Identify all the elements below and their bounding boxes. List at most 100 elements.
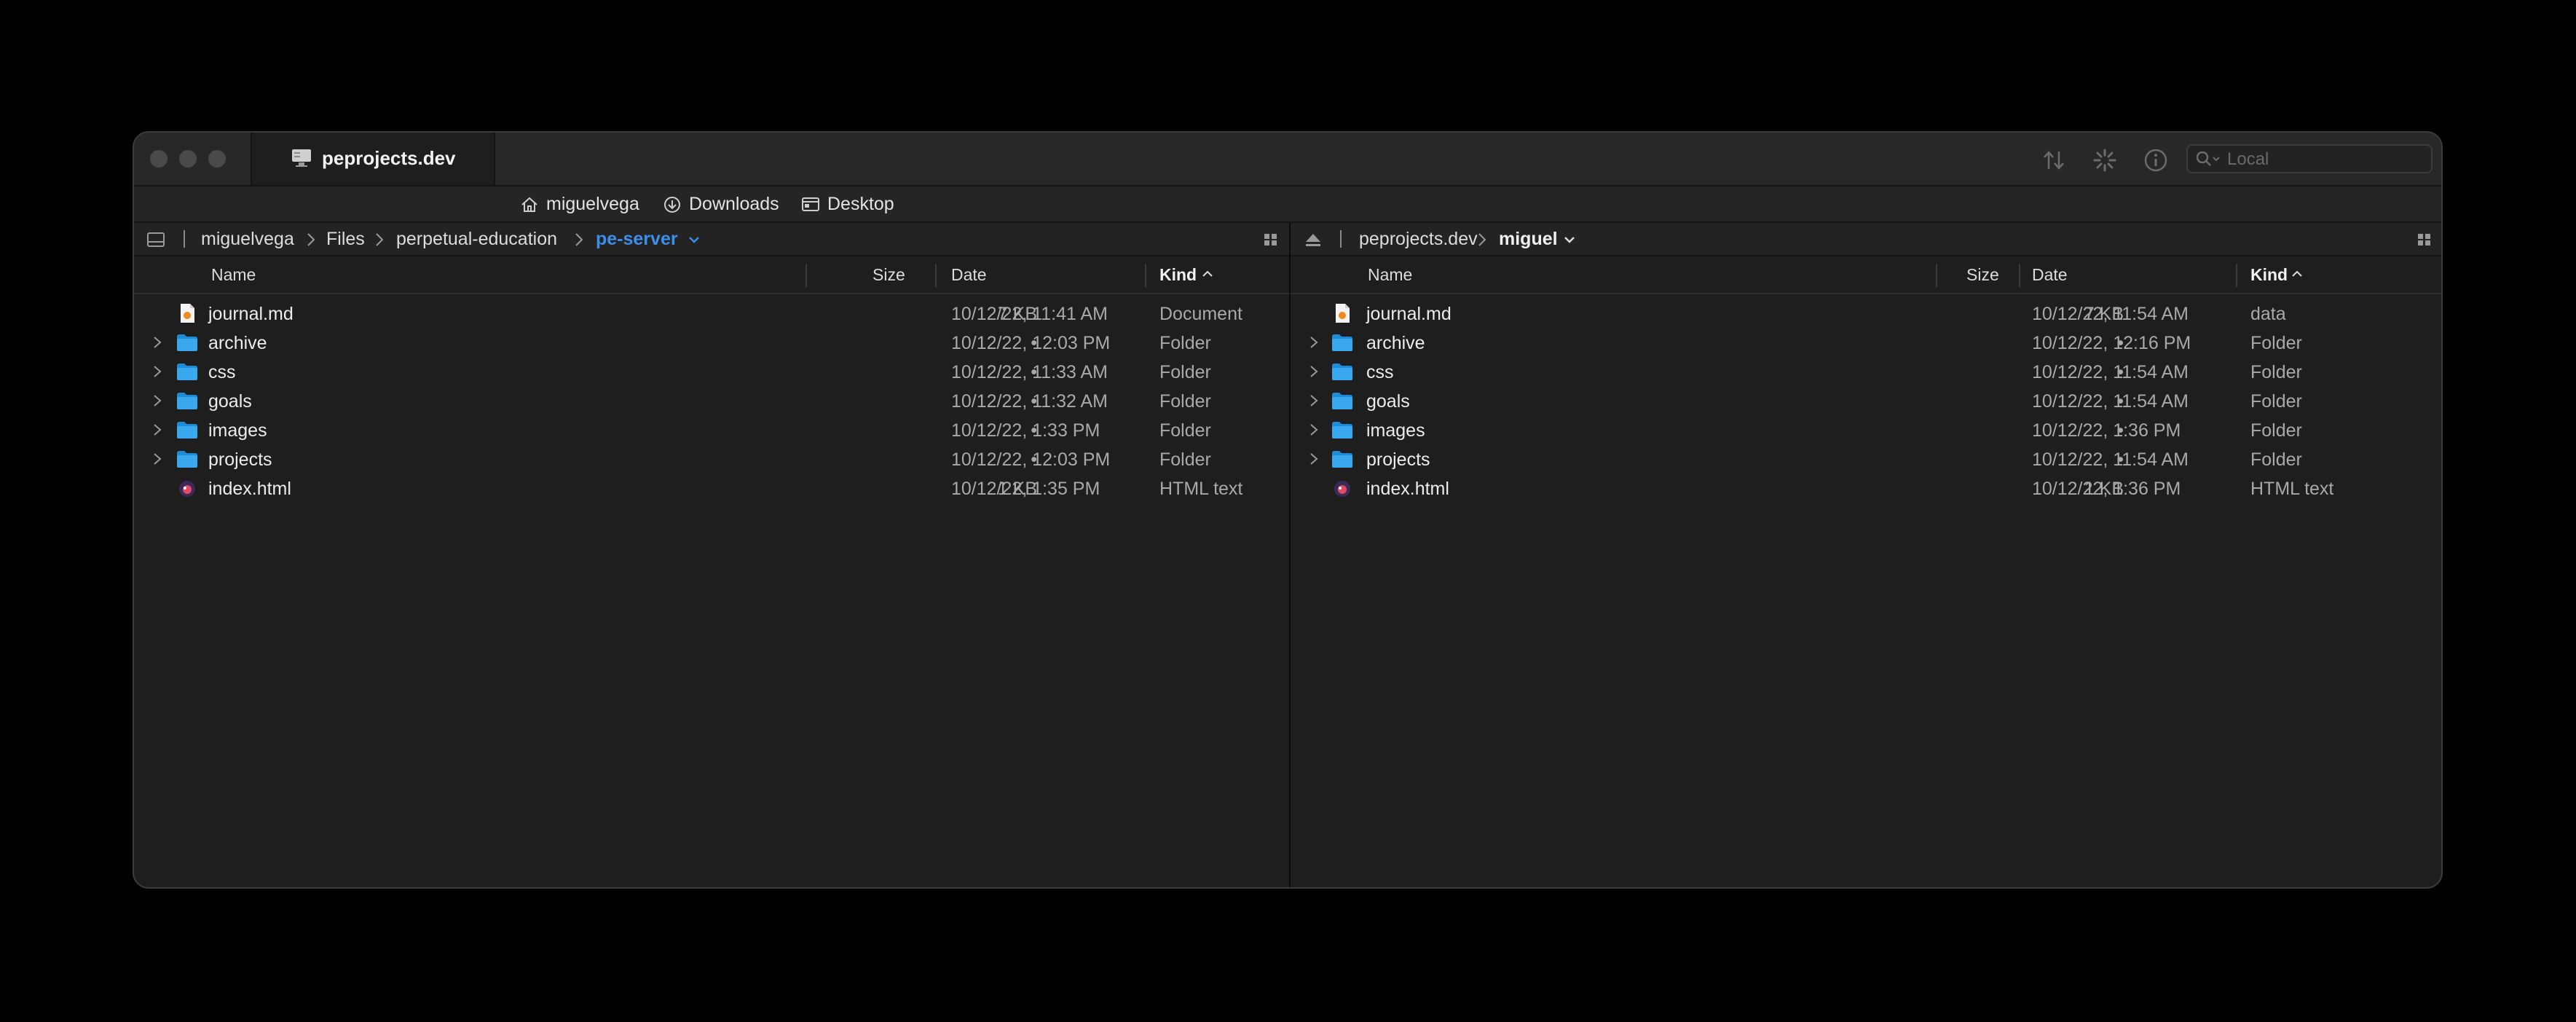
- disclosure-chevron-icon[interactable]: [151, 393, 163, 408]
- file-date: 10/12/22, 11:41 AM: [951, 304, 1108, 324]
- chevron-down-icon[interactable]: [688, 235, 701, 245]
- view-options-icon[interactable]: [1263, 232, 1279, 248]
- breadcrumb-miguelvega[interactable]: miguelvega: [201, 229, 294, 250]
- remote-pane: peprojects.dev miguel Name Size Date Kin…: [1291, 223, 2441, 887]
- column-separator[interactable]: [2019, 264, 2020, 287]
- favorite-miguelvega[interactable]: miguelvega: [520, 194, 639, 215]
- column-name[interactable]: Name: [211, 265, 256, 285]
- search-icon: [2196, 151, 2220, 166]
- disclosure-chevron-icon[interactable]: [151, 422, 163, 437]
- disclosure-chevron-icon[interactable]: [151, 452, 163, 466]
- path-bar: peprojects.dev miguel: [1291, 223, 2441, 256]
- column-separator[interactable]: [2236, 264, 2237, 287]
- file-kind: Folder: [2250, 362, 2302, 382]
- file-row[interactable]: index.html 1 KB 10/12/22, 1:36 PM HTML text: [1291, 473, 2441, 503]
- column-date[interactable]: Date: [2032, 265, 2068, 285]
- folder-row[interactable]: archive • 10/12/22, 12:16 PM Folder: [1291, 328, 2441, 357]
- file-name: goals: [208, 391, 252, 412]
- file-date: 10/12/22, 12:03 PM: [951, 449, 1111, 470]
- column-separator[interactable]: [1145, 264, 1146, 287]
- disclosure-chevron-icon[interactable]: [1308, 393, 1320, 408]
- folder-row[interactable]: images • 10/12/22, 1:36 PM Folder: [1291, 415, 2441, 444]
- folder-icon: [176, 332, 198, 353]
- column-separator[interactable]: [806, 264, 807, 287]
- file-row[interactable]: journal.md 7 KB 10/12/22, 11:41 AM Document: [134, 299, 1289, 328]
- folder-row[interactable]: projects • 10/12/22, 11:54 AM Folder: [1291, 444, 2441, 473]
- minimize-window-button[interactable]: [179, 150, 197, 168]
- folder-row[interactable]: css • 10/12/22, 11:33 AM Folder: [134, 357, 1289, 386]
- disclosure-chevron-icon[interactable]: [151, 364, 163, 379]
- column-size[interactable]: Size: [1966, 265, 1999, 285]
- folder-row[interactable]: archive • 10/12/22, 12:03 PM Folder: [134, 328, 1289, 357]
- eject-icon[interactable]: [1304, 232, 1323, 248]
- file-kind: HTML text: [1159, 479, 1243, 499]
- search-input[interactable]: [2226, 147, 2425, 172]
- folder-icon: [176, 420, 198, 440]
- download-icon: [664, 196, 680, 213]
- folder-row[interactable]: css • 10/12/22, 11:54 AM Folder: [1291, 357, 2441, 386]
- path-separator: [1340, 230, 1342, 248]
- info-icon[interactable]: [2143, 147, 2169, 173]
- activity-spinner-icon[interactable]: [2092, 147, 2118, 173]
- chevron-right-icon: [307, 233, 315, 246]
- disclosure-chevron-icon[interactable]: [151, 335, 163, 350]
- transfer-arrows-icon[interactable]: [2041, 147, 2067, 173]
- file-name: css: [1366, 362, 1394, 382]
- column-separator[interactable]: [935, 264, 937, 287]
- folder-icon: [1331, 390, 1353, 411]
- chevron-right-icon: [376, 233, 384, 246]
- favorites-bar: miguelvega Downloads Desktop: [134, 186, 2441, 223]
- file-kind: Folder: [2250, 420, 2302, 441]
- file-row[interactable]: index.html 1 KB 10/12/22, 1:35 PM HTML text: [134, 473, 1289, 503]
- breadcrumb-peprojects[interactable]: peprojects.dev: [1359, 229, 1478, 250]
- file-date: 10/12/22, 11:54 AM: [2032, 391, 2189, 412]
- disclosure-chevron-icon[interactable]: [1308, 364, 1320, 379]
- breadcrumb-files[interactable]: Files: [326, 229, 365, 250]
- chevron-down-icon[interactable]: [1563, 235, 1576, 245]
- disclosure-chevron-icon[interactable]: [1308, 422, 1320, 437]
- file-kind: Folder: [2250, 449, 2302, 470]
- view-options-icon[interactable]: [2417, 232, 2433, 248]
- file-name: journal.md: [1366, 304, 1452, 324]
- favorite-label: miguelvega: [546, 194, 639, 214]
- disk-icon[interactable]: [147, 232, 165, 248]
- html-file-icon: [176, 478, 198, 498]
- breadcrumb-current[interactable]: pe-server: [596, 229, 678, 250]
- favorite-desktop[interactable]: Desktop: [801, 194, 894, 215]
- file-date: 10/12/22, 12:16 PM: [2032, 333, 2191, 353]
- chevron-right-icon: [1478, 233, 1486, 246]
- folder-row[interactable]: goals • 10/12/22, 11:32 AM Folder: [134, 386, 1289, 415]
- zoom-window-button[interactable]: [208, 150, 226, 168]
- folder-icon: [1331, 449, 1353, 469]
- column-kind[interactable]: Kind: [1159, 265, 1197, 285]
- column-name[interactable]: Name: [1368, 265, 1412, 285]
- file-date: 10/12/22, 12:03 PM: [951, 333, 1111, 353]
- file-list: journal.md 7 KB 10/12/22, 11:41 AM Document…: [134, 299, 1289, 503]
- file-date: 10/12/22, 11:54 AM: [2032, 449, 2189, 470]
- close-window-button[interactable]: [150, 150, 168, 168]
- folder-row[interactable]: images • 10/12/22, 1:33 PM Folder: [134, 415, 1289, 444]
- file-name: css: [208, 362, 236, 382]
- favorite-downloads[interactable]: Downloads: [663, 194, 779, 215]
- column-size[interactable]: Size: [873, 265, 905, 285]
- file-row[interactable]: journal.md 7 KB 10/12/22, 11:54 AM data: [1291, 299, 2441, 328]
- file-date: 10/12/22, 1:33 PM: [951, 420, 1100, 441]
- disclosure-chevron-icon[interactable]: [1308, 452, 1320, 466]
- search-field[interactable]: [2186, 144, 2433, 173]
- breadcrumb-perpetual-education[interactable]: perpetual-education: [396, 229, 557, 250]
- home-icon: [521, 197, 537, 212]
- file-date: 10/12/22, 11:33 AM: [951, 362, 1108, 382]
- file-name: index.html: [1366, 479, 1449, 499]
- breadcrumb-current[interactable]: miguel: [1499, 229, 1558, 250]
- column-separator[interactable]: [1936, 264, 1937, 287]
- server-icon: [292, 149, 311, 167]
- folder-row[interactable]: projects • 10/12/22, 12:03 PM Folder: [134, 444, 1289, 473]
- column-kind[interactable]: Kind: [2250, 265, 2288, 285]
- file-name: index.html: [208, 479, 291, 499]
- disclosure-chevron-icon[interactable]: [1308, 335, 1320, 350]
- column-date[interactable]: Date: [951, 265, 987, 285]
- folder-row[interactable]: goals • 10/12/22, 11:54 AM Folder: [1291, 386, 2441, 415]
- folder-icon: [1331, 420, 1353, 440]
- file-name: projects: [1366, 449, 1430, 470]
- file-list: journal.md 7 KB 10/12/22, 11:54 AM data arch…: [1291, 299, 2441, 503]
